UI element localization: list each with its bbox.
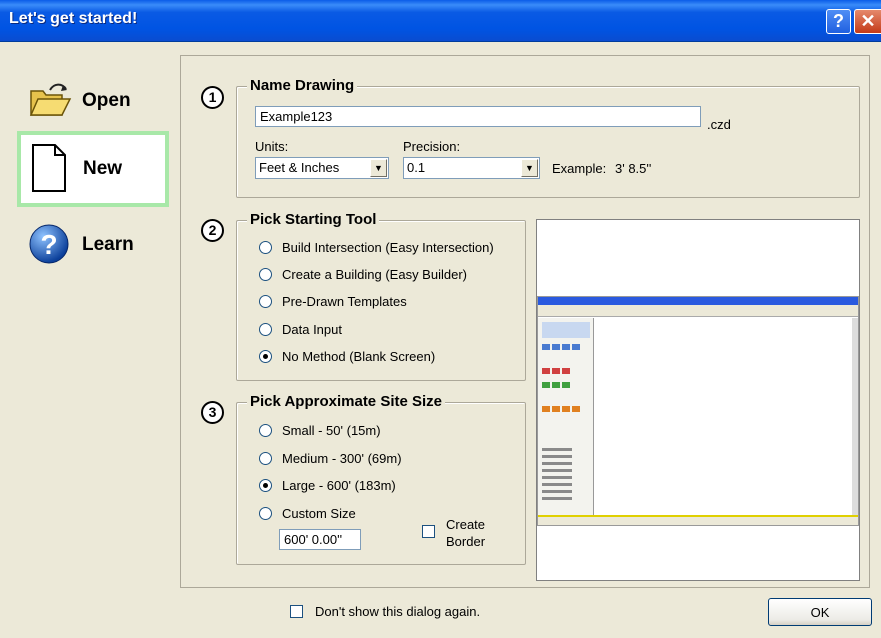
precision-label: Precision: <box>403 139 461 154</box>
close-icon: ✕ <box>860 11 876 31</box>
precision-value: 0.1 <box>407 160 426 175</box>
help-globe-icon: ? <box>28 223 70 268</box>
size-option-label: Small - 50' (15m) <box>282 422 381 438</box>
preview-screenshot <box>537 296 859 526</box>
size-option-label: Medium - 300' (69m) <box>282 450 402 466</box>
size-option-small[interactable]: Small - 50' (15m) <box>259 421 381 439</box>
step-3-badge: 3 <box>201 401 224 424</box>
preview-image <box>536 219 860 581</box>
nav-new-label: New <box>83 158 123 179</box>
radio-button-selected[interactable] <box>259 349 272 363</box>
precision-select[interactable]: 0.1 ▼ <box>403 157 540 179</box>
radio-button[interactable] <box>259 451 272 465</box>
chevron-down-icon[interactable]: ▼ <box>370 159 387 177</box>
radio-button[interactable] <box>259 267 272 281</box>
main-panel: 1 Name Drawing .czd Units: Feet & Inches… <box>180 55 870 588</box>
name-drawing-title: Name Drawing <box>247 77 358 94</box>
radio-button-selected[interactable] <box>259 478 272 492</box>
nav-new-button[interactable]: New <box>17 131 169 207</box>
example-label: Example: <box>552 161 607 176</box>
drawing-name-input[interactable] <box>255 106 701 127</box>
custom-size-input[interactable] <box>279 529 361 550</box>
radio-button[interactable] <box>259 506 272 520</box>
tool-option-label: No Method (Blank Screen) <box>282 348 436 364</box>
ok-button[interactable]: OK <box>768 598 872 626</box>
tool-option-label: Data Input <box>282 321 342 337</box>
tool-option-label: Create a Building (Easy Builder) <box>282 266 467 282</box>
tool-option-label: Pre-Drawn Templates <box>282 293 407 309</box>
site-size-group: Pick Approximate Site Size Small - 50' (… <box>236 393 526 565</box>
units-select[interactable]: Feet & Inches ▼ <box>255 157 389 179</box>
nav-learn-button[interactable]: ? Learn <box>18 209 168 281</box>
tool-option-create-building[interactable]: Create a Building (Easy Builder) <box>259 265 467 283</box>
radio-button[interactable] <box>259 240 272 254</box>
tool-option-build-intersection[interactable]: Build Intersection (Easy Intersection) <box>259 238 494 256</box>
radio-button[interactable] <box>259 294 272 308</box>
tool-option-label: Build Intersection (Easy Intersection) <box>282 239 494 255</box>
title-bar: Let's get started! ? ✕ <box>0 0 881 42</box>
starting-tool-group: Pick Starting Tool Build Intersection (E… <box>236 211 526 381</box>
file-extension-label: .czd <box>707 117 731 132</box>
tool-option-data-input[interactable]: Data Input <box>259 320 342 338</box>
units-value: Feet & Inches <box>259 160 340 175</box>
name-drawing-group: Name Drawing .czd Units: Feet & Inches ▼… <box>236 77 860 198</box>
radio-button[interactable] <box>259 423 272 437</box>
example-value: 3' 8.5'' <box>615 161 652 176</box>
size-option-custom[interactable]: Custom Size <box>259 504 356 522</box>
window-title: Let's get started! <box>9 10 138 27</box>
units-label: Units: <box>255 139 289 154</box>
step-2-badge: 2 <box>201 219 224 242</box>
question-mark-icon: ? <box>833 11 844 31</box>
radio-button[interactable] <box>259 322 272 336</box>
dont-show-checkbox[interactable] <box>290 605 303 618</box>
create-border-label-line1: Create <box>446 517 486 532</box>
create-border-label-line2: Border <box>446 534 486 549</box>
size-option-large[interactable]: Large - 600' (183m) <box>259 476 396 494</box>
create-border-checkbox[interactable] <box>422 525 435 538</box>
size-option-label: Large - 600' (183m) <box>282 477 396 493</box>
left-nav: Open New ? Learn <box>0 43 176 638</box>
nav-learn-label: Learn <box>82 234 134 255</box>
tool-option-no-method[interactable]: No Method (Blank Screen) <box>259 347 435 365</box>
site-size-title: Pick Approximate Site Size <box>247 393 446 410</box>
close-button[interactable]: ✕ <box>854 9 881 34</box>
starting-tool-title: Pick Starting Tool <box>247 211 380 228</box>
blank-document-icon <box>31 143 67 196</box>
help-button[interactable]: ? <box>826 9 851 34</box>
dont-show-label: Don't show this dialog again. <box>315 604 481 619</box>
nav-open-label: Open <box>82 90 131 111</box>
svg-text:?: ? <box>40 229 57 260</box>
chevron-down-icon[interactable]: ▼ <box>521 159 538 177</box>
size-option-label: Custom Size <box>282 505 356 521</box>
size-option-medium[interactable]: Medium - 300' (69m) <box>259 449 402 467</box>
nav-open-button[interactable]: Open <box>18 65 168 137</box>
open-folder-icon <box>28 81 72 122</box>
tool-option-templates[interactable]: Pre-Drawn Templates <box>259 292 407 310</box>
step-1-badge: 1 <box>201 86 224 109</box>
